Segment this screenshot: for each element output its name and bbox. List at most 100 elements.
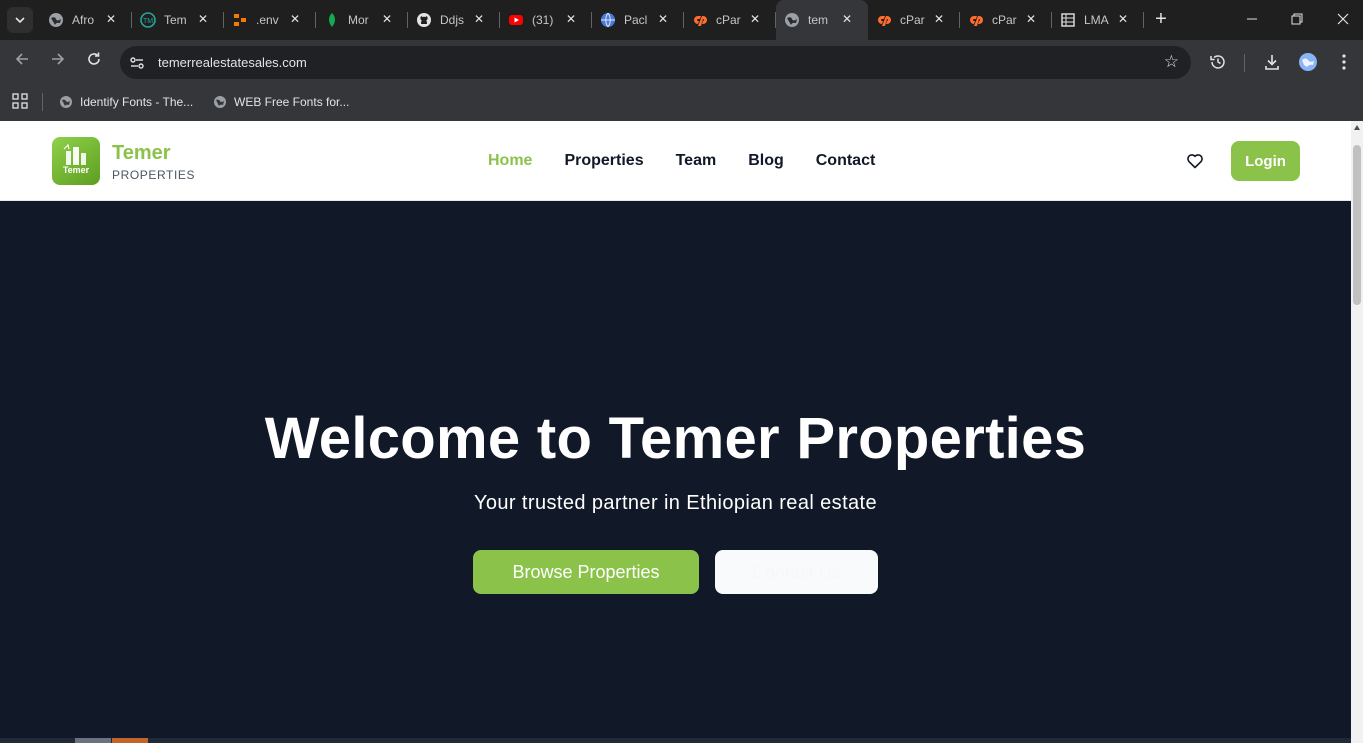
tab-title: Ddjs <box>440 13 465 27</box>
restore-button[interactable] <box>1285 8 1309 32</box>
close-tab-icon[interactable]: ✕ <box>104 12 118 26</box>
scroll-thumb[interactable] <box>1353 145 1361 305</box>
browser-tab[interactable]: LMA ✕ <box>1052 0 1144 40</box>
tab-title: Tem <box>164 13 187 27</box>
tab-search-button[interactable] <box>7 7 33 33</box>
close-tab-icon[interactable]: ✕ <box>1024 12 1038 26</box>
tab-title: LMA <box>1084 13 1109 27</box>
close-tab-icon[interactable]: ✕ <box>748 12 762 26</box>
browser-tab[interactable]: cPar ✕ <box>960 0 1052 40</box>
arrow-left-icon <box>15 53 28 65</box>
browser-toolbar: temerrealestatesales.com ☆ <box>0 40 1363 85</box>
nav-home[interactable]: Home <box>488 152 532 170</box>
contact-us-button[interactable]: Contact Us <box>715 550 878 594</box>
browser-tab[interactable]: TM Tem ✕ <box>132 0 224 40</box>
browser-tab[interactable]: Afro ✕ <box>40 0 132 40</box>
browser-tab[interactable]: Ddjs ✕ <box>408 0 500 40</box>
close-window-button[interactable] <box>1331 8 1355 32</box>
browser-chrome: Afro ✕ TM Tem ✕ .env ✕ Mor ✕ Ddjs ✕ (31) ✕ Pacl ✕ cPar ✕… <box>0 0 1363 121</box>
new-tab-button[interactable]: + <box>1150 8 1172 30</box>
bookmarks-bar: Identify Fonts - The... WEB Free Fonts f… <box>0 85 1363 121</box>
scroll-up-arrow[interactable] <box>1354 125 1360 130</box>
browser-tab[interactable]: Mor ✕ <box>316 0 408 40</box>
reload-button[interactable] <box>83 51 105 73</box>
history-icon[interactable] <box>1207 51 1229 73</box>
browser-tab[interactable]: cPar ✕ <box>684 0 776 40</box>
bookmark-label: Identify Fonts - The... <box>80 95 194 109</box>
cpanel-icon <box>968 12 984 28</box>
download-icon[interactable] <box>1261 51 1283 73</box>
page-viewport: Temer Temer PROPERTIES Home Properties T… <box>0 121 1351 743</box>
profile-avatar[interactable] <box>1297 51 1319 73</box>
forward-button[interactable] <box>47 51 69 73</box>
tab-list: Afro ✕ TM Tem ✕ .env ✕ Mor ✕ Ddjs ✕ (31) ✕ Pacl ✕ cPar ✕… <box>40 0 1144 40</box>
back-button[interactable] <box>11 51 33 73</box>
chevron-down-icon <box>15 17 25 24</box>
bottom-strip-segment <box>112 738 148 743</box>
browser-tab[interactable]: .env ✕ <box>224 0 316 40</box>
site-header: Temer Temer PROPERTIES Home Properties T… <box>0 121 1351 201</box>
site-info-icon[interactable] <box>128 54 146 72</box>
bookmark-item[interactable]: Identify Fonts - The... <box>59 92 193 112</box>
github-icon <box>416 12 432 28</box>
cpanel-icon <box>692 12 708 28</box>
brand-subtitle: PROPERTIES <box>112 168 196 182</box>
close-tab-icon[interactable]: ✕ <box>656 12 670 26</box>
globe-icon <box>784 12 800 28</box>
site-logo[interactable]: Temer <box>52 137 100 185</box>
browser-tab[interactable]: tem ✕ <box>776 0 868 40</box>
address-bar[interactable]: temerrealestatesales.com ☆ <box>120 46 1191 79</box>
tab-title: cPar <box>992 13 1017 27</box>
globe-icon <box>214 96 226 108</box>
page-scrollbar[interactable] <box>1351 121 1363 743</box>
close-tab-icon[interactable]: ✕ <box>472 12 486 26</box>
leaf-icon <box>324 12 340 28</box>
more-menu-icon[interactable] <box>1333 51 1355 73</box>
browser-tab[interactable]: (31) ✕ <box>500 0 592 40</box>
bookmark-star-icon[interactable]: ☆ <box>1164 52 1179 72</box>
toolbar-divider <box>1244 54 1245 72</box>
tab-title: (31) <box>532 13 554 27</box>
restore-icon <box>1291 13 1303 25</box>
minimize-icon <box>1247 18 1257 20</box>
svg-text:TM: TM <box>143 18 153 25</box>
close-tab-icon[interactable]: ✕ <box>196 12 210 26</box>
url-text[interactable]: temerrealestatesales.com <box>158 55 307 70</box>
close-tab-icon[interactable]: ✕ <box>932 12 946 26</box>
browser-tab[interactable]: cPar ✕ <box>868 0 960 40</box>
close-tab-icon[interactable]: ✕ <box>288 12 302 26</box>
bookmark-item[interactable]: WEB Free Fonts for... <box>213 92 349 112</box>
bookmarks-divider <box>42 93 43 111</box>
apps-grid-icon[interactable] <box>12 93 28 109</box>
blue-globe-icon <box>600 12 616 28</box>
close-tab-icon[interactable]: ✕ <box>1116 12 1130 26</box>
sheet-icon <box>1060 12 1076 28</box>
tab-strip: Afro ✕ TM Tem ✕ .env ✕ Mor ✕ Ddjs ✕ (31) ✕ Pacl ✕ cPar ✕… <box>0 0 1363 40</box>
logo-building-icon: Temer <box>63 143 90 175</box>
tab-title: Mor <box>348 13 369 27</box>
browse-properties-button[interactable]: Browse Properties <box>473 550 699 594</box>
orange-diagram-icon <box>232 12 248 28</box>
close-tab-icon[interactable]: ✕ <box>380 12 394 26</box>
tab-separator <box>1143 12 1144 28</box>
tab-title: tem <box>808 13 829 27</box>
nav-contact[interactable]: Contact <box>816 152 876 170</box>
heart-icon[interactable] <box>1186 152 1204 170</box>
globe-icon <box>60 96 72 108</box>
nav-properties[interactable]: Properties <box>564 152 643 170</box>
tm-circle-icon: TM <box>140 12 156 28</box>
brand-name[interactable]: Temer <box>112 142 171 165</box>
close-icon <box>1337 13 1349 25</box>
nav-blog[interactable]: Blog <box>748 152 784 170</box>
tab-title: Pacl <box>624 13 648 27</box>
nav-team[interactable]: Team <box>676 152 717 170</box>
minimize-button[interactable] <box>1240 8 1264 32</box>
main-nav: Home Properties Team Blog Contact <box>488 152 907 170</box>
close-tab-icon[interactable]: ✕ <box>840 12 854 26</box>
tab-title: cPar <box>716 13 741 27</box>
close-tab-icon[interactable]: ✕ <box>564 12 578 26</box>
youtube-icon <box>508 12 524 28</box>
browser-tab[interactable]: Pacl ✕ <box>592 0 684 40</box>
login-button[interactable]: Login <box>1231 141 1300 181</box>
hero-title: Welcome to Temer Properties <box>264 406 1087 471</box>
